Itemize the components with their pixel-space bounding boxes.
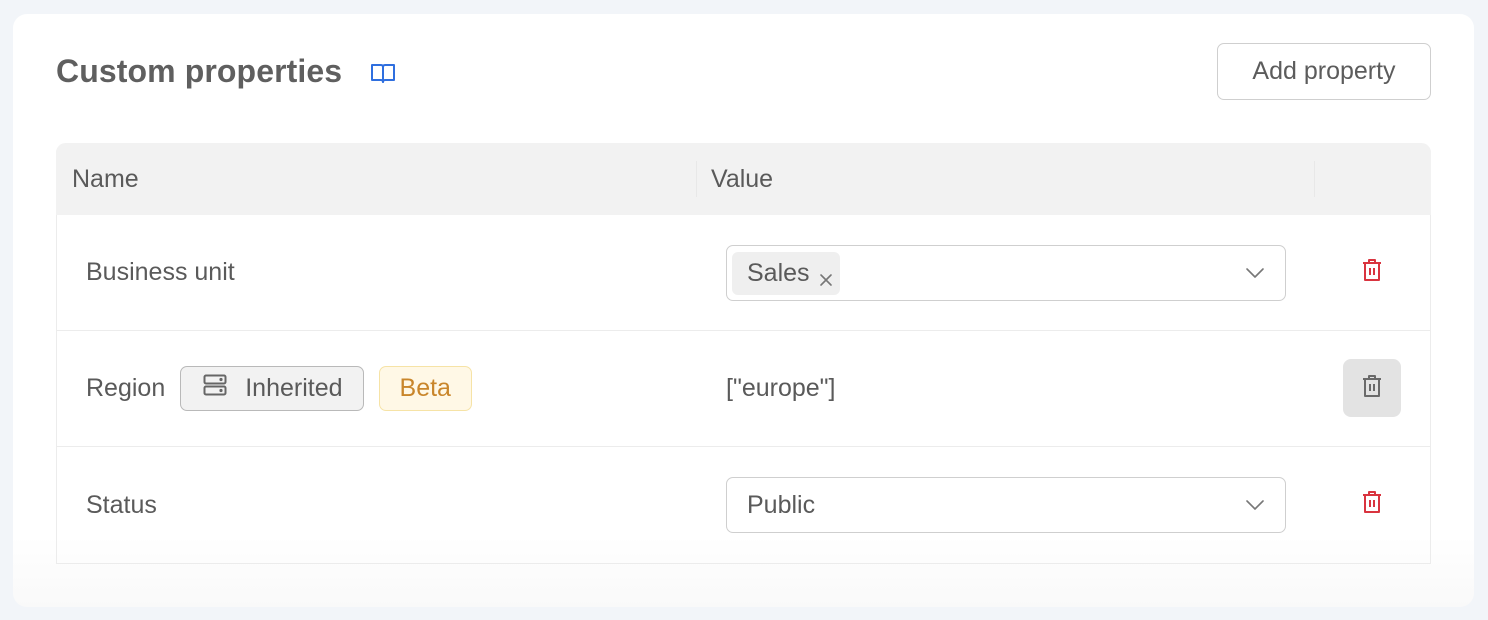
beta-badge: Beta (378, 366, 472, 411)
table-row: Business unit Sales (57, 215, 1430, 331)
add-property-button[interactable]: Add property (1217, 43, 1431, 100)
delete-property-button-disabled (1343, 359, 1401, 417)
properties-table: Name Value Business unit Sales Region In… (56, 143, 1431, 564)
column-divider (1314, 161, 1315, 197)
book-open-icon[interactable] (370, 61, 396, 85)
delete-property-button[interactable] (1343, 243, 1401, 301)
chevron-down-icon (1245, 498, 1265, 512)
property-name: Region (86, 374, 166, 402)
business-unit-multiselect[interactable]: Sales (726, 245, 1286, 301)
column-header-value: Value (711, 165, 774, 193)
selected-value: Public (747, 490, 816, 519)
section-header: Custom properties Add property (56, 43, 1431, 101)
page-title: Custom properties (56, 53, 343, 89)
delete-property-button[interactable] (1343, 475, 1401, 533)
chevron-down-icon (1245, 266, 1265, 280)
trash-icon (1361, 258, 1383, 287)
table-header: Name Value (56, 143, 1431, 215)
property-value: ["europe"] (726, 374, 836, 402)
table-row: Region Inherited Beta ["europe"] (57, 331, 1430, 447)
column-header-name: Name (72, 165, 139, 193)
remove-tag-icon[interactable] (818, 266, 834, 286)
trash-icon (1361, 374, 1383, 403)
property-name-cell: Region Inherited Beta (86, 331, 472, 446)
inherited-badge: Inherited (180, 366, 364, 411)
property-name: Business unit (86, 258, 235, 286)
status-select[interactable]: Public (726, 477, 1286, 533)
server-icon (203, 374, 245, 403)
inherited-label: Inherited (245, 374, 343, 402)
table-row: Status Public (57, 447, 1430, 563)
custom-properties-card: Custom properties Add property Name Valu… (13, 14, 1474, 607)
column-divider (696, 161, 697, 197)
trash-icon (1361, 490, 1383, 519)
property-name: Status (86, 490, 157, 519)
tag-label: Sales (747, 259, 810, 287)
selected-tag: Sales (732, 252, 840, 295)
